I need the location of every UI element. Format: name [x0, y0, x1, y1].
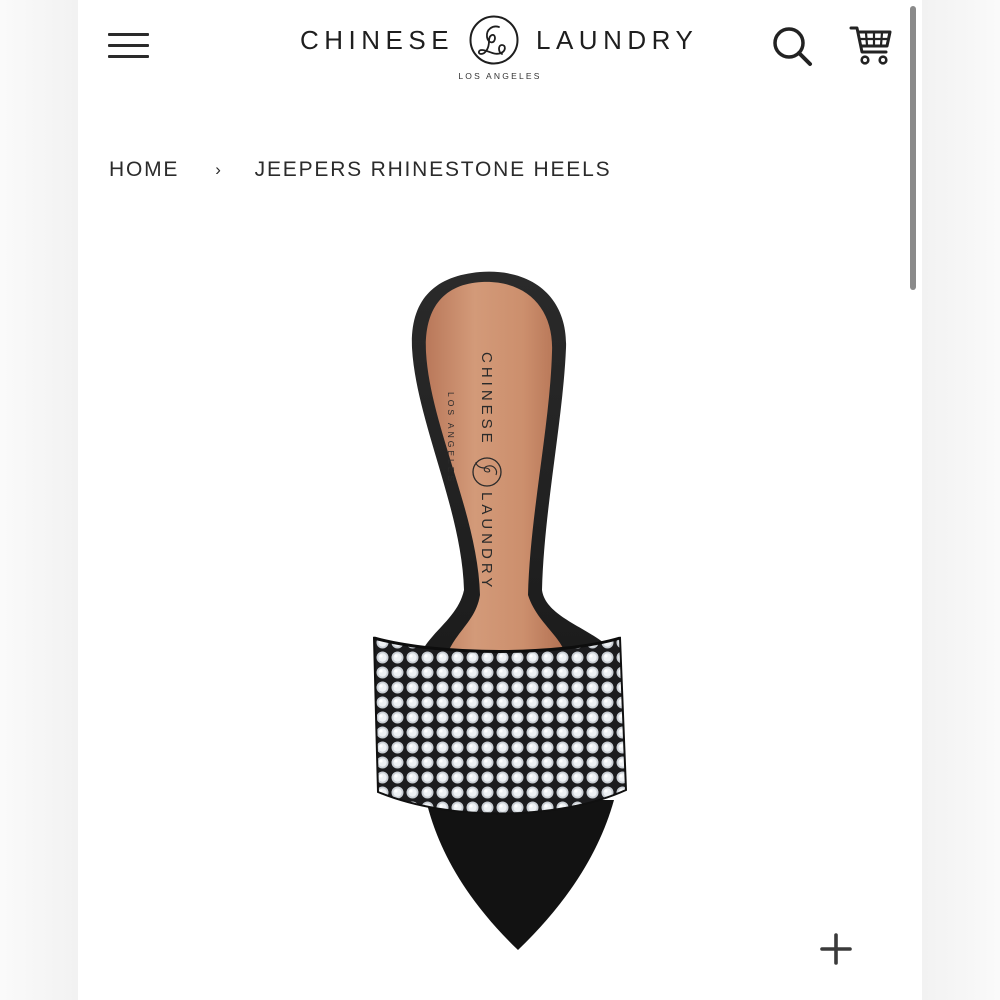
hamburger-menu-icon[interactable] — [108, 30, 150, 60]
breadcrumb-current: JEEPERS RHINESTONE HEELS — [254, 158, 612, 181]
breadcrumb: HOME › JEEPERS RHINESTONE HEELS — [109, 158, 611, 188]
search-icon[interactable] — [770, 22, 816, 68]
brand-name-left: CHINESE — [300, 25, 455, 55]
brand-logo[interactable]: CHINESE LAUNDRY LOS ANGELES — [298, 12, 702, 84]
shoe-toe — [426, 800, 614, 950]
insole-brand-bottom: LAUNDRY — [478, 492, 495, 591]
brand-monogram-icon — [469, 15, 519, 65]
insole-subtitle: LOS ANGELES — [446, 392, 456, 484]
rhinestone-strap — [372, 636, 628, 815]
left-gutter — [0, 0, 78, 1000]
breadcrumb-home-link[interactable]: HOME — [109, 158, 179, 181]
right-gutter — [922, 0, 1000, 1000]
brand-name-right: LAUNDRY — [536, 25, 699, 55]
breadcrumb-separator: › — [215, 160, 223, 179]
scrollbar-thumb[interactable] — [910, 6, 916, 290]
plus-icon[interactable] — [818, 931, 854, 967]
product-image[interactable]: CHINESE LAUNDRY LOS ANGELES — [330, 260, 670, 960]
cart-icon[interactable] — [848, 22, 894, 68]
insole-brand-top: CHINESE — [478, 352, 495, 447]
brand-subtitle: LOS ANGELES — [458, 71, 542, 81]
